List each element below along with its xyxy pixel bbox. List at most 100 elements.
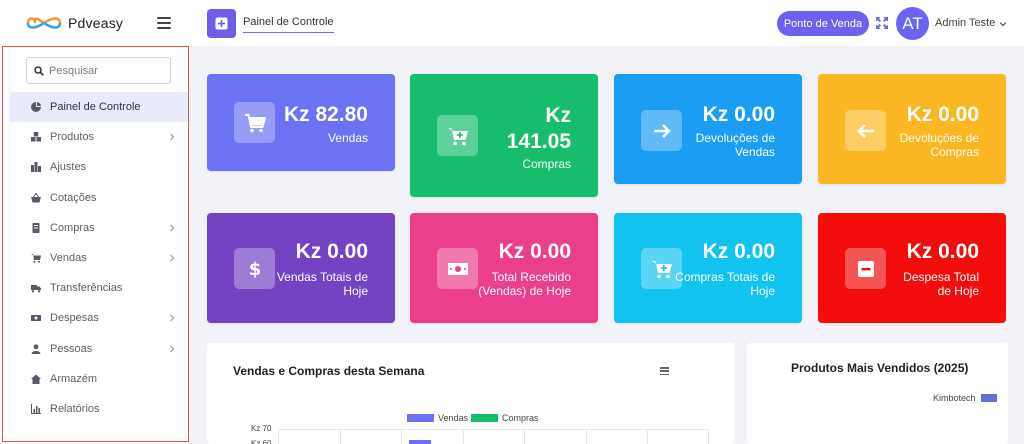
chart-bar-vendas[interactable] xyxy=(409,440,431,444)
sidebar-item-label: Pessoas xyxy=(50,342,93,355)
transfer-icon xyxy=(31,283,41,293)
cart-icon xyxy=(234,102,275,143)
boxes-icon xyxy=(31,132,41,142)
sidebar-item-compras[interactable]: Compras xyxy=(10,213,188,243)
chart-legend-vendas[interactable]: Vendas xyxy=(407,413,468,423)
search-field[interactable] xyxy=(26,57,171,84)
pos-button[interactable]: Ponto de Venda xyxy=(777,11,869,36)
stat-value: Kz 141.05 xyxy=(506,104,571,153)
stat-label: Vendas Totais de Hoje xyxy=(276,270,368,298)
sidebar-item-label: Armazém xyxy=(50,372,98,385)
svg-text:$: $ xyxy=(248,259,261,280)
stat-card-compras[interactable]: Kz 141.05 Compras xyxy=(410,74,598,197)
sidebar-menu: Painel de Controle Produtos Ajustes Cota… xyxy=(10,92,188,424)
chevron-right-icon xyxy=(170,224,175,232)
stat-label: Vendas xyxy=(327,131,368,145)
chart-gridline xyxy=(524,429,525,444)
infinity-logo-icon xyxy=(26,17,62,29)
top-products-title: Produtos Mais Vendidos (2025) xyxy=(791,361,969,375)
stat-label: Compras xyxy=(522,157,571,171)
cart-plus-icon xyxy=(437,115,478,156)
stat-label: Despesa Total de Hoje xyxy=(903,270,979,298)
y-tick-label: Kz 70 xyxy=(251,424,272,433)
stat-value: Kz 0.00 xyxy=(295,240,368,263)
chart-legend-compras[interactable]: Compras xyxy=(471,413,539,423)
legend-swatch xyxy=(471,414,498,422)
sidebar-item-label: Relatórios xyxy=(50,402,100,415)
basket-icon xyxy=(31,192,41,203)
arrow-left-icon xyxy=(845,110,886,151)
sidebar-item-transferencias[interactable]: Transferências xyxy=(10,273,188,303)
chart-gridline xyxy=(586,429,587,444)
fullscreen-icon[interactable] xyxy=(876,17,888,29)
sidebar-item-label: Compras xyxy=(50,221,95,234)
plus-square-icon xyxy=(215,17,228,30)
topbar: Painel de Controle Ponto de Venda AT Adm… xyxy=(190,0,1024,46)
dashboard-tile-icon[interactable] xyxy=(207,9,236,38)
bar-chart-icon xyxy=(31,403,41,414)
legend-swatch xyxy=(407,414,434,422)
legend-label: Compras xyxy=(502,413,539,423)
top-products-legend-item[interactable]: Kimbotech xyxy=(933,393,997,403)
stat-card-vendas[interactable]: Kz 82.80 Vendas xyxy=(207,74,395,171)
sidebar: Pdveasy Painel de Controle Produtos Ajus… xyxy=(0,0,190,444)
chart-gridline xyxy=(647,429,648,444)
cart-icon xyxy=(31,253,41,263)
sidebar-item-label: Transferências xyxy=(50,282,123,295)
chevron-down-icon[interactable] xyxy=(999,20,1007,28)
stat-value: Kz 0.00 xyxy=(906,240,979,263)
stat-value: Kz 0.00 xyxy=(906,103,979,126)
minus-icon xyxy=(845,248,886,289)
sidebar-item-cotacoes[interactable]: Cotações xyxy=(10,183,188,213)
sidebar-item-vendas[interactable]: Vendas xyxy=(10,243,188,273)
receipt-icon xyxy=(31,222,41,233)
search-input[interactable] xyxy=(49,64,159,77)
chevron-right-icon xyxy=(170,314,175,322)
sidebar-item-label: Painel de Controle xyxy=(50,101,141,114)
chart-gridline xyxy=(401,429,402,444)
sidebar-item-label: Vendas xyxy=(50,252,87,265)
arrow-right-icon xyxy=(641,110,682,151)
stat-card-recebido-hoje[interactable]: Kz 0.00 Total Recebido (Vendas) de Hoje xyxy=(410,213,598,323)
pie-chart-icon xyxy=(31,102,41,113)
sidebar-item-label: Ajustes xyxy=(50,161,87,174)
stat-card-devolucoes-vendas[interactable]: Kz 0.00 Devoluções de Vendas xyxy=(614,74,802,184)
person-icon xyxy=(31,343,41,354)
sidebar-item-ajustes[interactable]: Ajustes xyxy=(10,152,188,182)
stat-card-compras-hoje[interactable]: Kz 0.00 Compras Totais de Hoje xyxy=(614,213,802,323)
stat-card-vendas-hoje[interactable]: $ Kz 0.00 Vendas Totais de Hoje xyxy=(207,213,395,323)
menu-toggle-icon[interactable] xyxy=(157,17,171,29)
chart-gridline xyxy=(708,429,709,444)
legend-label: Kimbotech xyxy=(933,393,976,403)
user-name[interactable]: Admin Teste xyxy=(935,17,995,29)
sidebar-item-label: Produtos xyxy=(50,131,95,144)
chevron-right-icon xyxy=(170,345,175,352)
sidebar-item-armazem[interactable]: Armazém xyxy=(10,364,188,394)
stat-card-devolucoes-compras[interactable]: Kz 0.00 Devoluções de Compras xyxy=(818,74,1006,184)
sidebar-item-despesas[interactable]: Despesas xyxy=(10,303,188,333)
sidebar-item-relatorios[interactable]: Relatórios xyxy=(10,394,188,424)
chart-gridline xyxy=(278,429,279,444)
stat-label: Total Recebido (Vendas) de Hoje xyxy=(478,270,571,298)
stat-value: Kz 0.00 xyxy=(498,240,571,263)
chart-gridline xyxy=(463,429,464,444)
sidebar-item-painel-de-controle[interactable]: Painel de Controle xyxy=(10,92,188,123)
sidebar-item-label: Despesas xyxy=(50,312,99,325)
chart-gridline xyxy=(278,429,708,430)
stat-value: Kz 0.00 xyxy=(702,240,775,263)
stat-card-despesa-hoje[interactable]: Kz 0.00 Despesa Total de Hoje xyxy=(818,213,1006,323)
page-title-tab[interactable]: Painel de Controle xyxy=(243,16,334,33)
stat-value: Kz 0.00 xyxy=(702,103,775,126)
stat-label: Devoluções de Vendas xyxy=(695,131,775,159)
legend-label: Vendas xyxy=(438,413,469,423)
stat-value: Kz 82.80 xyxy=(283,103,368,126)
money-icon xyxy=(31,313,41,323)
sidebar-item-pessoas[interactable]: Pessoas xyxy=(10,334,188,364)
chart-gridline xyxy=(340,429,341,444)
sidebar-item-produtos[interactable]: Produtos xyxy=(10,122,188,152)
adjust-boxes-icon xyxy=(31,162,41,173)
chart-menu-icon[interactable] xyxy=(660,367,669,375)
stat-label: Compras Totais de Hoje xyxy=(675,270,775,298)
avatar[interactable]: AT xyxy=(896,7,929,40)
app-name: Pdveasy xyxy=(68,15,124,31)
